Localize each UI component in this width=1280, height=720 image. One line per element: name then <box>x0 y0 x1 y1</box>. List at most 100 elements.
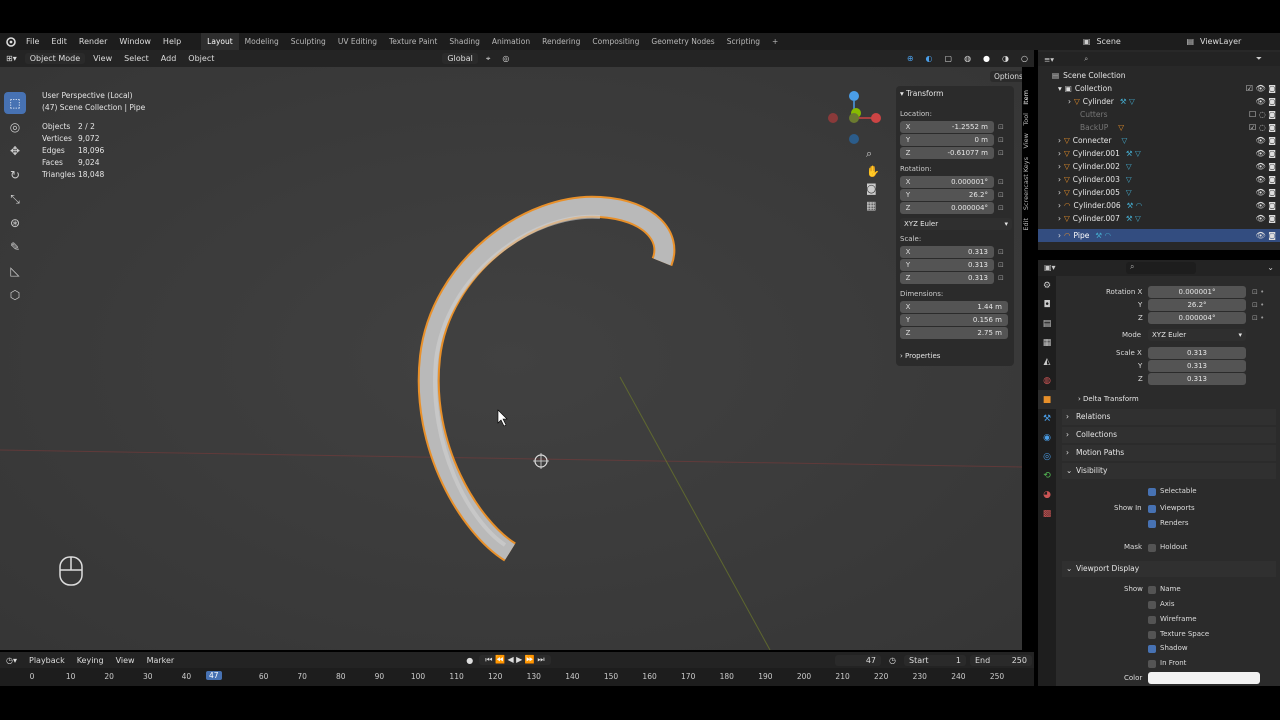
visibility-panel[interactable]: ⌄ Visibility <box>1062 463 1276 479</box>
playback-controls[interactable]: ⏮ ⏪ ◀ ▶ ⏩ ⏭ <box>479 655 551 665</box>
location-x-field[interactable]: X -1.2552 m <box>900 121 994 133</box>
current-frame-field[interactable]: 47 <box>835 654 882 666</box>
name-checkbox[interactable] <box>1148 586 1156 594</box>
viewport-display-panel[interactable]: ⌄ Viewport Display <box>1062 561 1276 577</box>
shading-material-icon[interactable]: ◑ <box>996 54 1015 63</box>
collections-panel[interactable]: › Collections <box>1062 427 1276 443</box>
rotation-mode-dropdown[interactable]: XYZ Euler ▾ <box>1148 329 1246 341</box>
orientation-dropdown[interactable]: Global <box>442 53 478 64</box>
mode-dropdown[interactable]: Object Mode <box>24 53 86 64</box>
playback-menu[interactable]: Playback <box>23 656 71 665</box>
world-tab-icon[interactable]: ◍ <box>1038 371 1056 390</box>
viewlayer-name[interactable]: ViewLayer <box>1200 37 1280 46</box>
motion-paths-panel[interactable]: › Motion Paths <box>1062 445 1276 461</box>
physics-tab-icon[interactable]: ◎ <box>1038 447 1056 466</box>
lock-icon[interactable]: ⊡ <box>998 204 1008 212</box>
tab-item[interactable]: Item <box>1022 86 1030 109</box>
editor-type-icon[interactable]: ⊞▾ <box>0 54 23 63</box>
color-swatch[interactable] <box>1148 672 1260 684</box>
measure-icon[interactable]: ◺ <box>4 260 26 282</box>
location-z-field[interactable]: Z -0.61077 m <box>900 147 994 159</box>
move-icon[interactable]: ✥ <box>4 140 26 162</box>
add-cube-icon[interactable]: ⬡ <box>4 284 26 306</box>
scale-y-field[interactable]: Y 0.313 <box>900 259 994 271</box>
start-frame-field[interactable]: Start 1 <box>904 654 966 666</box>
in-front-checkbox[interactable] <box>1148 660 1156 668</box>
rotation-z-field[interactable]: 0.000004° <box>1148 312 1246 324</box>
lock-icon[interactable]: ⊡ <box>998 191 1008 199</box>
keying-menu[interactable]: Keying <box>71 656 110 665</box>
workspace-tab-texture-paint[interactable]: Texture Paint <box>383 33 443 50</box>
rotation-mode-dropdown[interactable]: XYZ Euler ▾ <box>900 218 1012 230</box>
texture-space-checkbox[interactable] <box>1148 631 1156 639</box>
tab-view[interactable]: View <box>1022 129 1030 152</box>
outliner-row[interactable]: › ◠ Cylinder.006 ⚒ ◠ 👁 ◙ <box>1038 199 1280 212</box>
transform-header[interactable]: ▾ Transform <box>900 89 943 98</box>
tab-edit[interactable]: Edit <box>1022 214 1030 235</box>
view-menu[interactable]: View <box>110 656 141 665</box>
snap-icon[interactable]: ⌖ <box>480 54 497 64</box>
renders-checkbox[interactable] <box>1148 520 1156 528</box>
scale-icon[interactable]: ⤡ <box>4 188 26 210</box>
rotation-y-field[interactable]: 26.2° <box>1148 299 1246 311</box>
outliner-row[interactable]: Cutters ☐ ◌ ◙ <box>1038 108 1280 121</box>
outliner-row[interactable]: › ▽ Cylinder.007 ⚒ ▽ 👁 ◙ <box>1038 212 1280 225</box>
record-icon[interactable]: ● <box>460 656 479 665</box>
marker-menu[interactable]: Marker <box>141 656 181 665</box>
dimension-z-field[interactable]: Z 2.75 m <box>900 327 1008 339</box>
relations-panel[interactable]: › Relations <box>1062 409 1276 425</box>
scale-y-field[interactable]: 0.313 <box>1148 360 1246 372</box>
overlays-icon[interactable]: ◐ <box>920 54 939 63</box>
workspace-tab-uv-editing[interactable]: UV Editing <box>332 33 383 50</box>
menu-object[interactable]: Object <box>182 54 220 63</box>
shading-wireframe-icon[interactable]: ◍ <box>958 54 977 63</box>
outliner-row[interactable]: BackUP ▽ ☑ ◌ ◙ <box>1038 121 1280 134</box>
lock-icon[interactable]: ⊡ <box>998 261 1008 269</box>
constraints-tab-icon[interactable]: ⟲ <box>1038 466 1056 485</box>
workspace-tab-scripting[interactable]: Scripting <box>721 33 766 50</box>
annotate-icon[interactable]: ✎ <box>4 236 26 258</box>
editor-type-icon[interactable]: ≡▾ <box>1044 55 1054 64</box>
particles-tab-icon[interactable]: ◉ <box>1038 428 1056 447</box>
chevron-down-icon[interactable]: ⌄ <box>1267 263 1274 272</box>
output-tab-icon[interactable]: ▤ <box>1038 314 1056 333</box>
filter-icon[interactable]: ⏷ <box>1256 54 1262 64</box>
rotation-y-field[interactable]: Y 26.2° <box>900 189 994 201</box>
rotation-x-field[interactable]: X 0.000001° <box>900 176 994 188</box>
material-tab-icon[interactable]: ◕ <box>1038 485 1056 504</box>
scale-z-field[interactable]: Z 0.313 <box>900 272 994 284</box>
scene-tab-icon[interactable]: ◭ <box>1038 352 1056 371</box>
selectable-checkbox[interactable] <box>1148 488 1156 496</box>
dimension-x-field[interactable]: X 1.44 m <box>900 301 1008 313</box>
pan-hand-icon[interactable]: ✋ <box>866 165 880 178</box>
outliner-row[interactable]: › ▽ Cylinder.001 ⚒ ▽ 👁 ◙ <box>1038 147 1280 160</box>
scale-x-field[interactable]: X 0.313 <box>900 246 994 258</box>
outliner-row[interactable]: › ▽ Cylinder.005 ▽ 👁 ◙ <box>1038 186 1280 199</box>
properties-subpanel[interactable]: › Properties <box>900 352 940 360</box>
outliner-row[interactable]: › ▽ Cylinder.003 ▽ 👁 ◙ <box>1038 173 1280 186</box>
menu-select[interactable]: Select <box>118 54 155 63</box>
viewports-checkbox[interactable] <box>1148 505 1156 513</box>
editor-type-icon[interactable]: ▣▾ <box>1044 263 1056 272</box>
scene-name[interactable]: Scene <box>1096 37 1166 46</box>
shading-rendered-icon[interactable]: ○ <box>1015 54 1034 63</box>
lock-icon[interactable]: ⊡ <box>998 149 1008 157</box>
search-input[interactable]: ⌕ <box>1126 262 1196 274</box>
outliner-row[interactable]: › ▽ Cylinder ⚒ ▽ 👁 ◙ <box>1038 95 1280 108</box>
menu-render[interactable]: Render <box>73 33 113 50</box>
axis-checkbox[interactable] <box>1148 601 1156 609</box>
lock-icon[interactable]: ⊡ • <box>1252 301 1264 309</box>
3d-viewport[interactable]: ⌕ ✋ ◙ ▦ Options <box>0 67 1022 650</box>
proportional-edit-icon[interactable]: ◎ <box>496 54 515 63</box>
menu-help[interactable]: Help <box>157 33 187 50</box>
playhead-frame-badge[interactable]: 47 <box>206 671 222 680</box>
xray-icon[interactable]: ▢ <box>939 54 959 63</box>
shading-solid-icon[interactable]: ● <box>977 54 996 63</box>
tab-screencast-keys[interactable]: Screencast Keys <box>1022 153 1030 214</box>
lock-icon[interactable]: ⊡ <box>998 123 1008 131</box>
scale-z-field[interactable]: 0.313 <box>1148 373 1246 385</box>
menu-view[interactable]: View <box>87 54 118 63</box>
workspace-tab-rendering[interactable]: Rendering <box>536 33 586 50</box>
options-button[interactable]: Options <box>990 71 1022 82</box>
clock-icon[interactable]: ◷ <box>883 656 902 665</box>
